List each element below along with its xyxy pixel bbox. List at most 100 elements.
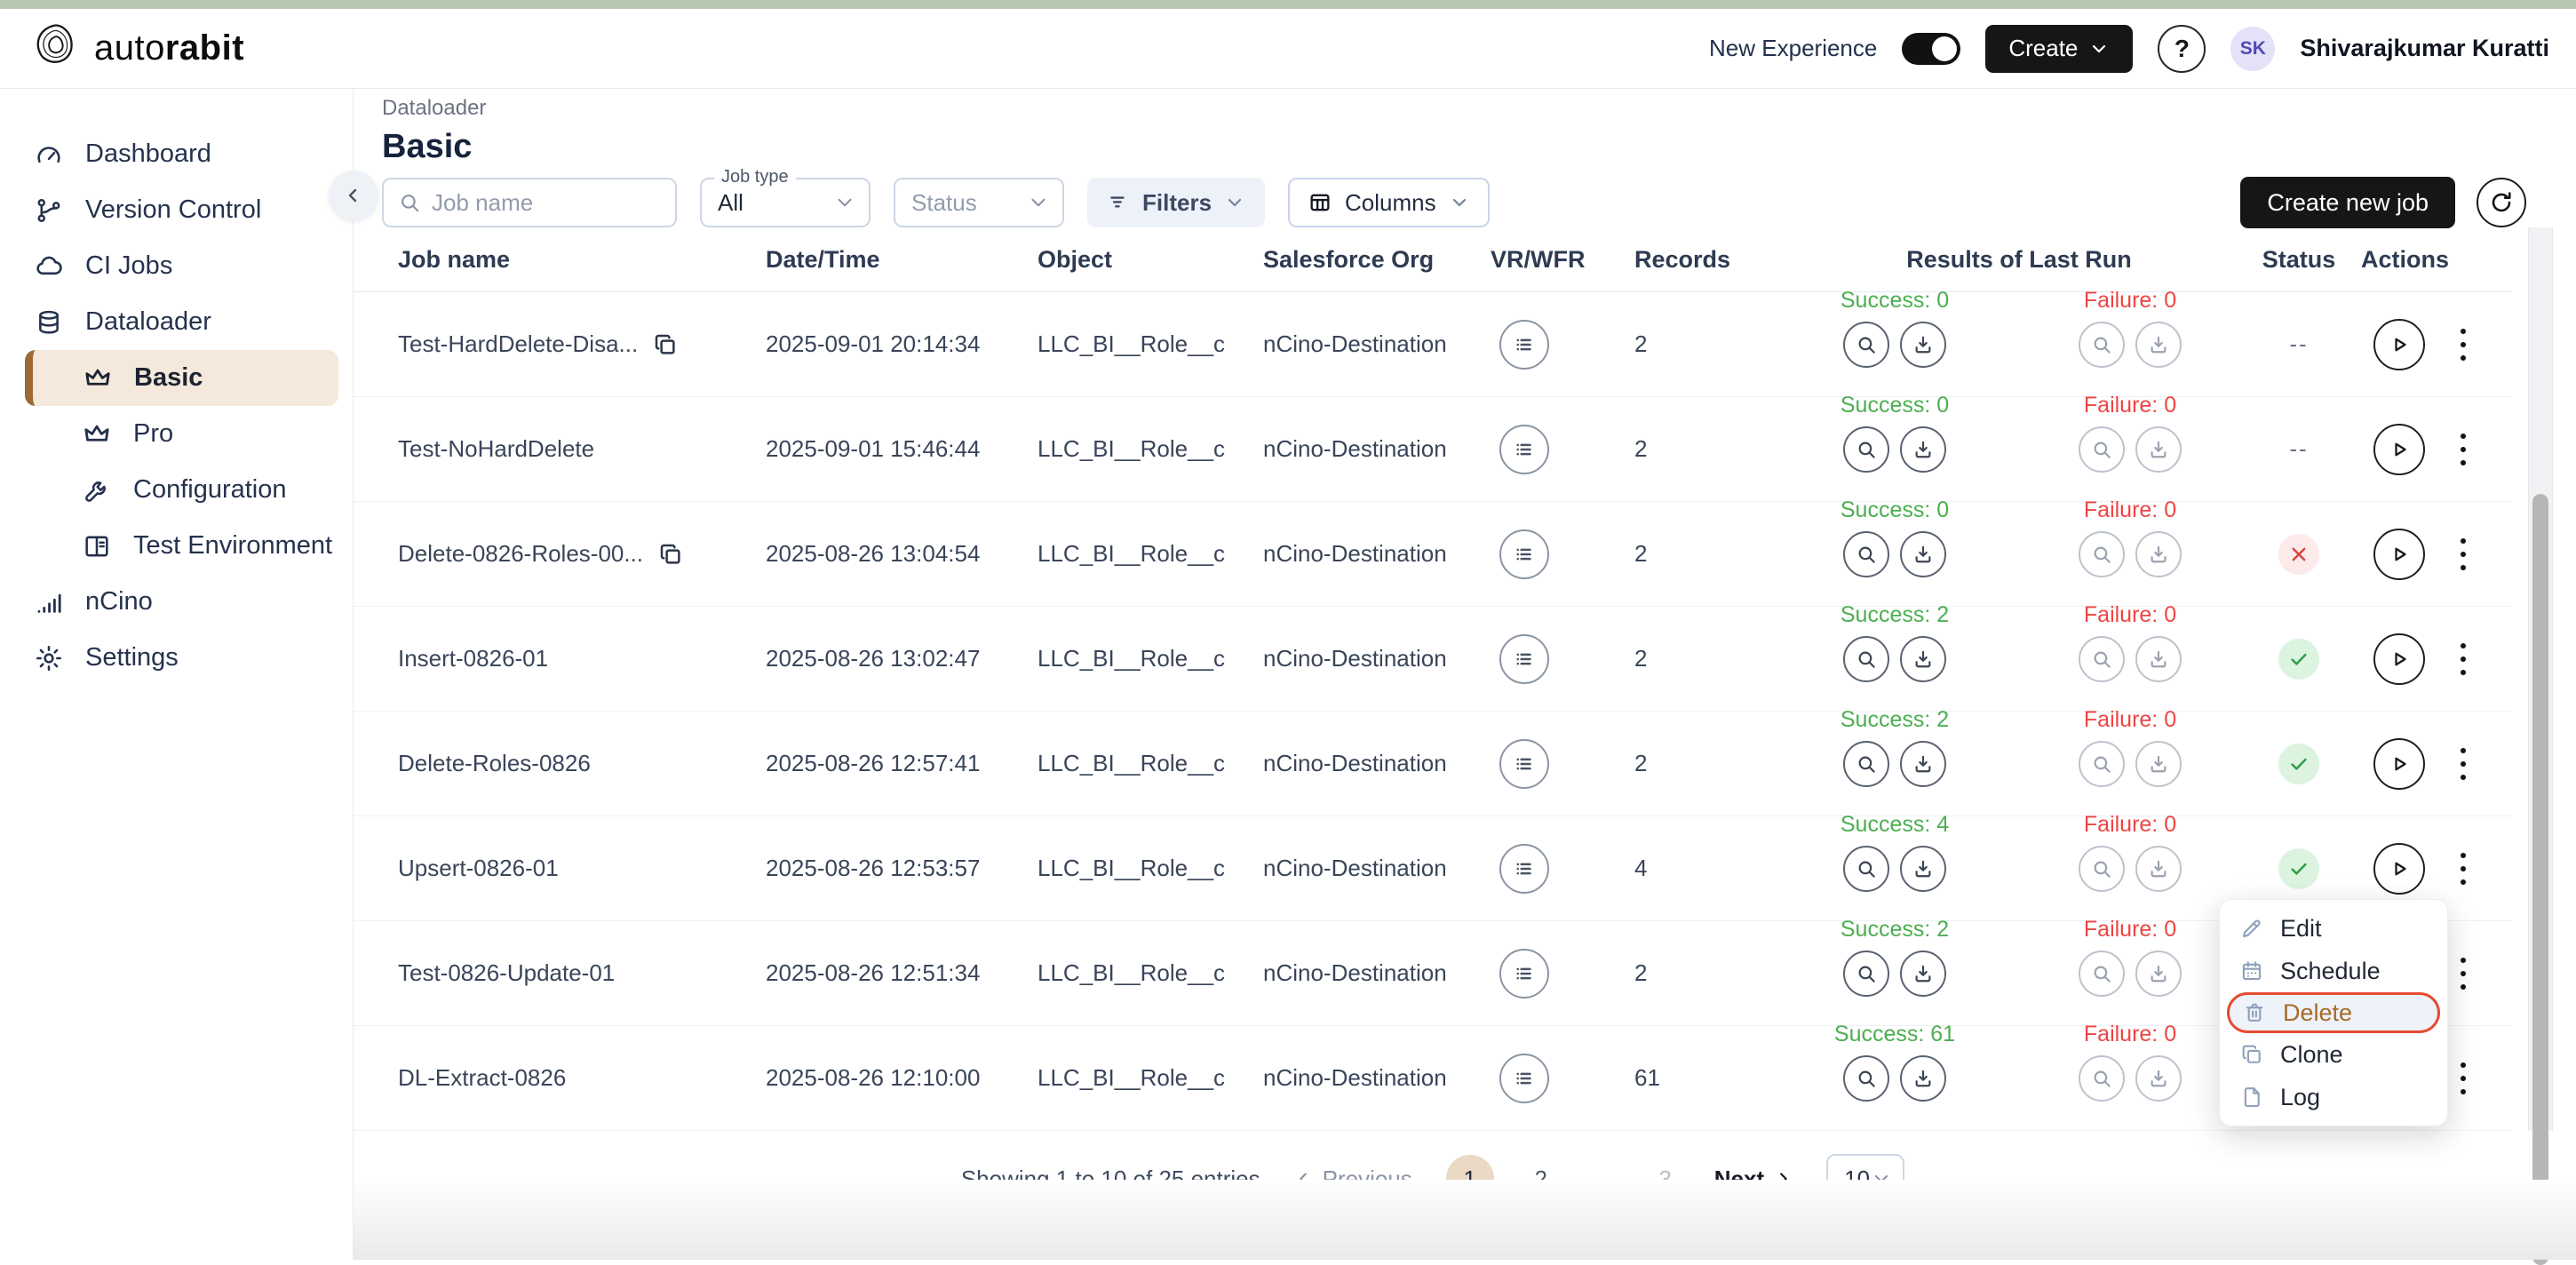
previous-page-button[interactable]: Previous: [1294, 1166, 1412, 1193]
sidebar-item-test-environment[interactable]: Test Environment: [0, 518, 353, 574]
download-failure-records-button[interactable]: [2135, 531, 2182, 577]
page-button[interactable]: 2: [1526, 1166, 1556, 1193]
menu-item-edit[interactable]: Edit: [2220, 907, 2447, 950]
vr-wfr-list-button[interactable]: [1499, 320, 1549, 370]
menu-item-log[interactable]: Log: [2220, 1076, 2447, 1118]
menu-item-clone[interactable]: Clone: [2220, 1033, 2447, 1076]
download-failure-records-button[interactable]: [2135, 426, 2182, 473]
view-success-records-button[interactable]: [1843, 846, 1889, 892]
download-success-records-button[interactable]: [1900, 741, 1946, 787]
view-success-records-button[interactable]: [1843, 322, 1889, 368]
menu-item-schedule[interactable]: Schedule: [2220, 950, 2447, 992]
page-button[interactable]: 3: [1650, 1166, 1681, 1193]
sidebar-item-ci-jobs[interactable]: CI Jobs: [0, 238, 353, 294]
column-header-actions[interactable]: Actions: [2361, 246, 2512, 274]
download-failure-records-button[interactable]: [2135, 322, 2182, 368]
sidebar-item-settings[interactable]: Settings: [0, 630, 353, 686]
sidebar-item-basic[interactable]: Basic: [25, 350, 338, 406]
job-name[interactable]: Upsert-0826-01: [398, 855, 559, 882]
status-select[interactable]: Status: [894, 178, 1064, 227]
download-failure-records-button[interactable]: [2135, 951, 2182, 997]
view-success-records-button[interactable]: [1843, 426, 1889, 473]
view-failure-records-button[interactable]: [2079, 426, 2125, 473]
column-header-date-time[interactable]: Date/Time: [766, 246, 1038, 274]
view-success-records-button[interactable]: [1843, 1055, 1889, 1102]
job-name[interactable]: DL-Extract-0826: [398, 1064, 566, 1092]
next-page-button[interactable]: Next: [1714, 1166, 1793, 1193]
download-failure-records-button[interactable]: [2135, 1055, 2182, 1102]
scrollbar-thumb[interactable]: [2532, 494, 2548, 1265]
view-success-records-button[interactable]: [1843, 951, 1889, 997]
breadcrumb[interactable]: Dataloader: [382, 96, 486, 121]
download-success-records-button[interactable]: [1900, 1055, 1946, 1102]
user-name[interactable]: Shivarajkumar Kuratti: [2300, 35, 2549, 62]
view-failure-records-button[interactable]: [2079, 741, 2125, 787]
refresh-button[interactable]: [2477, 178, 2526, 227]
menu-item-delete[interactable]: Delete: [2227, 992, 2440, 1033]
download-failure-records-button[interactable]: [2135, 741, 2182, 787]
sidebar-item-pro[interactable]: Pro: [0, 406, 353, 462]
run-job-button[interactable]: [2373, 738, 2425, 790]
row-menu-button[interactable]: [2455, 743, 2471, 785]
copy-icon[interactable]: [657, 541, 684, 568]
column-header-object[interactable]: Object: [1038, 246, 1263, 274]
vr-wfr-list-button[interactable]: [1499, 1054, 1549, 1103]
sidebar-item-version-control[interactable]: Version Control: [0, 182, 353, 238]
create-new-job-button[interactable]: Create new job: [2240, 177, 2455, 228]
run-job-button[interactable]: [2373, 633, 2425, 685]
vr-wfr-list-button[interactable]: [1499, 634, 1549, 684]
vr-wfr-list-button[interactable]: [1499, 425, 1549, 474]
column-header-results[interactable]: Results of Last Run: [1801, 246, 2237, 274]
download-success-records-button[interactable]: [1900, 322, 1946, 368]
row-menu-button[interactable]: [2455, 952, 2471, 995]
download-success-records-button[interactable]: [1900, 636, 1946, 682]
row-menu-button[interactable]: [2455, 533, 2471, 576]
vr-wfr-list-button[interactable]: [1499, 844, 1549, 894]
download-success-records-button[interactable]: [1900, 531, 1946, 577]
view-failure-records-button[interactable]: [2079, 846, 2125, 892]
run-job-button[interactable]: [2373, 843, 2425, 895]
job-name[interactable]: Delete-0826-Roles-00...: [398, 540, 643, 568]
vr-wfr-list-button[interactable]: [1499, 529, 1549, 579]
download-success-records-button[interactable]: [1900, 846, 1946, 892]
download-failure-records-button[interactable]: [2135, 846, 2182, 892]
copy-icon[interactable]: [652, 331, 679, 358]
create-button[interactable]: Create: [1985, 25, 2133, 73]
brand-logo[interactable]: autorabit: [27, 19, 244, 78]
job-name-search[interactable]: [382, 178, 677, 227]
sidebar-item-ncino[interactable]: nCino: [0, 574, 353, 630]
row-menu-button[interactable]: [2455, 638, 2471, 680]
job-name[interactable]: Delete-Roles-0826: [398, 750, 591, 777]
view-failure-records-button[interactable]: [2079, 951, 2125, 997]
sidebar-item-dataloader[interactable]: Dataloader: [0, 294, 353, 350]
view-success-records-button[interactable]: [1843, 741, 1889, 787]
help-button[interactable]: ?: [2158, 25, 2206, 73]
job-name[interactable]: Test-HardDelete-Disa...: [398, 330, 638, 358]
column-header-records[interactable]: Records: [1634, 246, 1801, 274]
column-header-status[interactable]: Status: [2237, 246, 2361, 274]
view-failure-records-button[interactable]: [2079, 636, 2125, 682]
job-name[interactable]: Test-0826-Update-01: [398, 959, 615, 987]
view-failure-records-button[interactable]: [2079, 322, 2125, 368]
column-header-salesforce-org[interactable]: Salesforce Org: [1263, 246, 1491, 274]
page-button-active[interactable]: 1: [1446, 1155, 1494, 1203]
download-success-records-button[interactable]: [1900, 426, 1946, 473]
vr-wfr-list-button[interactable]: [1499, 739, 1549, 789]
search-input[interactable]: [432, 189, 661, 217]
view-success-records-button[interactable]: [1843, 531, 1889, 577]
view-success-records-button[interactable]: [1843, 636, 1889, 682]
collapse-sidebar-button[interactable]: [329, 171, 378, 220]
job-name[interactable]: Test-NoHardDelete: [398, 435, 594, 463]
row-menu-button[interactable]: [2455, 847, 2471, 890]
vr-wfr-list-button[interactable]: [1499, 949, 1549, 998]
column-header-job-name[interactable]: Job name: [398, 246, 766, 274]
row-menu-button[interactable]: [2455, 1057, 2471, 1100]
sidebar-item-dashboard[interactable]: Dashboard: [0, 126, 353, 182]
view-failure-records-button[interactable]: [2079, 1055, 2125, 1102]
column-header-vr-wfr[interactable]: VR/WFR: [1491, 246, 1634, 274]
run-job-button[interactable]: [2373, 529, 2425, 580]
sidebar-item-configuration[interactable]: Configuration: [0, 462, 353, 518]
job-type-select[interactable]: Job type All: [700, 178, 871, 227]
vertical-scrollbar[interactable]: [2528, 227, 2553, 1131]
columns-button[interactable]: Columns: [1288, 178, 1490, 227]
